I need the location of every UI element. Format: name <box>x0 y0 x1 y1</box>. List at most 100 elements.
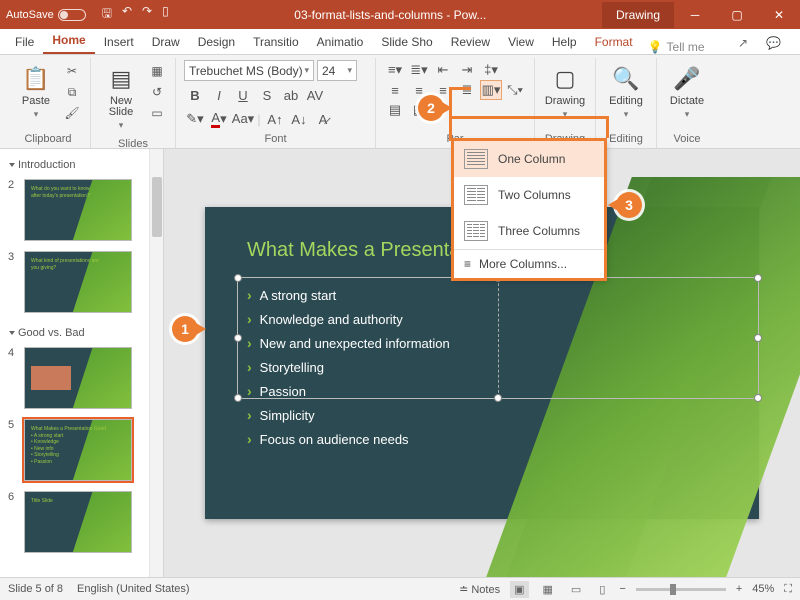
numbering-button[interactable]: ≣▾ <box>408 60 430 80</box>
font-group-label: Font <box>184 130 367 148</box>
columns-button[interactable]: ▥▾ <box>480 80 502 100</box>
cut-icon[interactable]: ✂ <box>62 62 82 80</box>
align-text-button[interactable]: ▤ <box>384 100 406 120</box>
copy-icon[interactable]: ⧉ <box>62 83 82 101</box>
textbox-selection[interactable] <box>237 277 759 399</box>
format-painter-icon[interactable]: 🖌 <box>62 104 82 122</box>
thumb-3[interactable]: 3What kind of presentations are you givi… <box>8 251 153 313</box>
tab-insert[interactable]: Insert <box>95 30 143 54</box>
columns-one[interactable]: One Column <box>454 141 604 177</box>
drawing-button[interactable]: ▢ Drawing ▾ <box>543 60 587 124</box>
scrollbar-thumb[interactable] <box>152 177 162 237</box>
notes-button[interactable]: ≐ Notes <box>459 583 500 596</box>
text-direction-button[interactable]: ⤡▾ <box>504 80 526 100</box>
zoom-in-button[interactable]: + <box>736 583 742 595</box>
tab-transitions[interactable]: Transitio <box>244 30 308 54</box>
thumb-4[interactable]: 4 <box>8 347 153 409</box>
restore-button[interactable]: ▢ <box>716 0 758 29</box>
share-icon[interactable]: ↗ <box>733 32 753 54</box>
minimize-button[interactable]: ─ <box>674 0 716 29</box>
tab-review[interactable]: Review <box>442 30 499 54</box>
columns-more-icon: ≡ <box>464 257 471 271</box>
tab-help[interactable]: Help <box>543 30 586 54</box>
new-slide-button[interactable]: ▤ New Slide ▾ <box>99 60 143 135</box>
dictate-button[interactable]: 🎤 Dictate ▾ <box>665 60 709 124</box>
underline-button[interactable]: U <box>232 85 254 105</box>
align-left-button[interactable]: ≡ <box>384 80 406 100</box>
close-button[interactable]: ✕ <box>758 0 800 29</box>
slide-title[interactable]: What Makes a Presenta <box>247 239 460 262</box>
bold-button[interactable]: B <box>184 85 206 105</box>
reading-view-icon[interactable]: ▭ <box>567 581 585 598</box>
tab-view[interactable]: View <box>499 30 543 54</box>
handle-ml[interactable] <box>234 334 242 342</box>
section-introduction[interactable]: Introduction <box>8 155 153 175</box>
language[interactable]: English (United States) <box>77 583 190 595</box>
columns-more[interactable]: ≡ More Columns... <box>454 249 604 278</box>
handle-mr[interactable] <box>754 334 762 342</box>
handle-bl[interactable] <box>234 394 242 402</box>
normal-view-icon[interactable]: ▣ <box>510 581 528 598</box>
mic-icon: 🎤 <box>672 64 702 94</box>
shrink-font-button[interactable]: A↓ <box>288 109 310 129</box>
layout-icon[interactable]: ▦ <box>147 62 167 80</box>
thumb-5[interactable]: 5What Makes a Presentation Good• A stron… <box>8 419 153 481</box>
italic-button[interactable]: I <box>208 85 230 105</box>
comments-icon[interactable]: 💬 <box>761 32 786 54</box>
indent-dec-button[interactable]: ⇤ <box>432 60 454 80</box>
thumb-2[interactable]: 2What do you want to know after today's … <box>8 179 153 241</box>
grow-font-button[interactable]: A↑ <box>264 109 286 129</box>
tab-slideshow[interactable]: Slide Sho <box>372 30 441 54</box>
slideshow-icon[interactable]: ▯ <box>162 4 169 25</box>
tab-design[interactable]: Design <box>189 30 244 54</box>
font-name-combo[interactable]: Trebuchet MS (Body)▾ <box>184 60 314 81</box>
editing-button[interactable]: 🔍 Editing ▾ <box>604 60 648 124</box>
tab-format[interactable]: Format <box>586 30 642 54</box>
sorter-view-icon[interactable]: ▦ <box>539 581 557 598</box>
bullet-6[interactable]: Focus on audience needs <box>247 427 450 451</box>
indent-inc-button[interactable]: ⇥ <box>456 60 478 80</box>
change-case-button[interactable]: Aa▾ <box>232 109 254 129</box>
one-column-icon <box>464 149 488 169</box>
handle-tr[interactable] <box>754 274 762 282</box>
reset-icon[interactable]: ↺ <box>147 83 167 101</box>
save-icon[interactable]: 🖫 <box>102 4 112 25</box>
autosave-toggle[interactable]: AutoSave <box>0 9 92 21</box>
section-good-vs-bad[interactable]: Good vs. Bad <box>8 323 153 343</box>
thumb-6[interactable]: 6Title Slide <box>8 491 153 553</box>
line-spacing-button[interactable]: ‡▾ <box>480 60 502 80</box>
tab-draw[interactable]: Draw <box>143 30 189 54</box>
slide-counter[interactable]: Slide 5 of 8 <box>8 583 63 595</box>
thumb-scrollbar[interactable] <box>149 149 163 577</box>
handle-br[interactable] <box>754 394 762 402</box>
zoom-level[interactable]: 45% <box>752 583 774 595</box>
group-slides: ▤ New Slide ▾ ▦ ↺ ▭ Slides <box>91 58 176 148</box>
undo-icon[interactable]: ↶ <box>122 4 132 25</box>
bullets-button[interactable]: ≡▾ <box>384 60 406 80</box>
tab-animations[interactable]: Animatio <box>308 30 373 54</box>
zoom-out-button[interactable]: − <box>619 583 625 595</box>
bullet-5[interactable]: Simplicity <box>247 403 450 427</box>
handle-bc[interactable] <box>494 394 502 402</box>
columns-two[interactable]: Two Columns <box>454 177 604 213</box>
slideshow-view-icon[interactable]: ▯ <box>595 581 609 598</box>
tell-me[interactable]: 💡 Tell me <box>648 40 705 54</box>
columns-three[interactable]: Three Columns <box>454 213 604 249</box>
font-size-combo[interactable]: 24▾ <box>317 60 357 81</box>
font-color-button[interactable]: A▾ <box>208 109 230 129</box>
window-title: 03-format-lists-and-columns - Pow... <box>179 8 602 22</box>
clear-format-button[interactable]: A̷ <box>312 109 334 129</box>
handle-tl[interactable] <box>234 274 242 282</box>
tab-home[interactable]: Home <box>43 28 94 54</box>
redo-icon[interactable]: ↷ <box>142 4 152 25</box>
section-icon[interactable]: ▭ <box>147 104 167 122</box>
strike-button[interactable]: S <box>256 85 278 105</box>
spacing-button[interactable]: AV <box>304 85 326 105</box>
shadow-button[interactable]: ab <box>280 85 302 105</box>
highlight-button[interactable]: ✎▾ <box>184 109 206 129</box>
fit-to-window-icon[interactable]: ⛶ <box>784 583 792 596</box>
paste-button[interactable]: 📋 Paste ▾ <box>14 60 58 124</box>
zoom-slider[interactable] <box>636 588 726 591</box>
tab-file[interactable]: File <box>6 30 43 54</box>
group-font: Trebuchet MS (Body)▾ 24▾ B I U S ab AV ✎… <box>176 58 376 148</box>
